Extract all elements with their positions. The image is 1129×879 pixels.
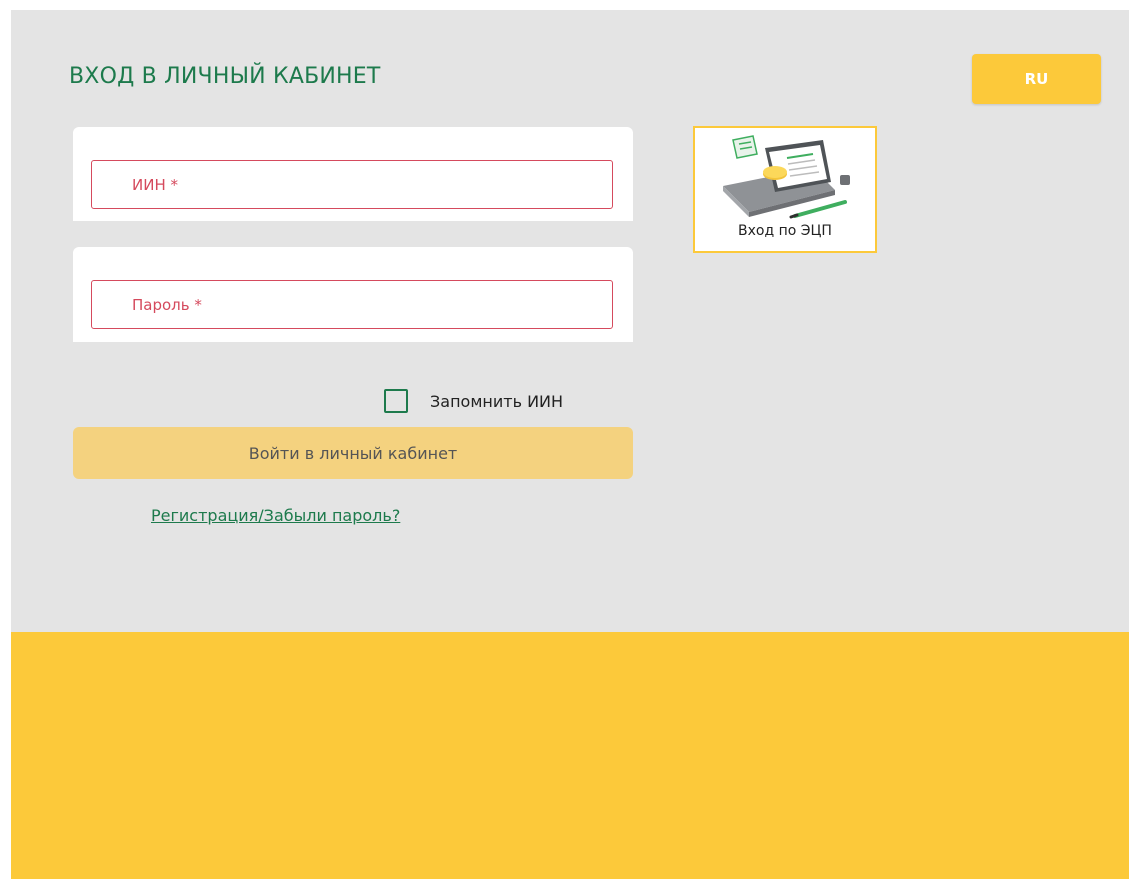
login-button[interactable]: Войти в личный кабинет (73, 427, 633, 479)
remember-iin[interactable]: Запомнить ИИН (384, 389, 563, 413)
password-field-card (73, 247, 633, 342)
iin-input[interactable] (91, 160, 613, 209)
remember-label: Запомнить ИИН (430, 391, 564, 411)
footer-band (11, 632, 1129, 879)
iin-field-card (73, 127, 633, 221)
remember-checkbox[interactable] (384, 389, 408, 413)
login-page: ВХОД В ЛИЧНЫЙ КАБИНЕТ RU ИИН * Вход по Э… (11, 10, 1129, 879)
ecp-label: Вход по ЭЦП (738, 223, 832, 239)
page-title: ВХОД В ЛИЧНЫЙ КАБИНЕТ (69, 64, 381, 89)
register-forgot-password-link[interactable]: Регистрация/Забыли пароль? (151, 506, 400, 525)
password-input[interactable] (91, 280, 613, 329)
language-button[interactable]: RU (972, 54, 1101, 104)
ecp-login-button[interactable]: Вход по ЭЦП (693, 126, 877, 253)
